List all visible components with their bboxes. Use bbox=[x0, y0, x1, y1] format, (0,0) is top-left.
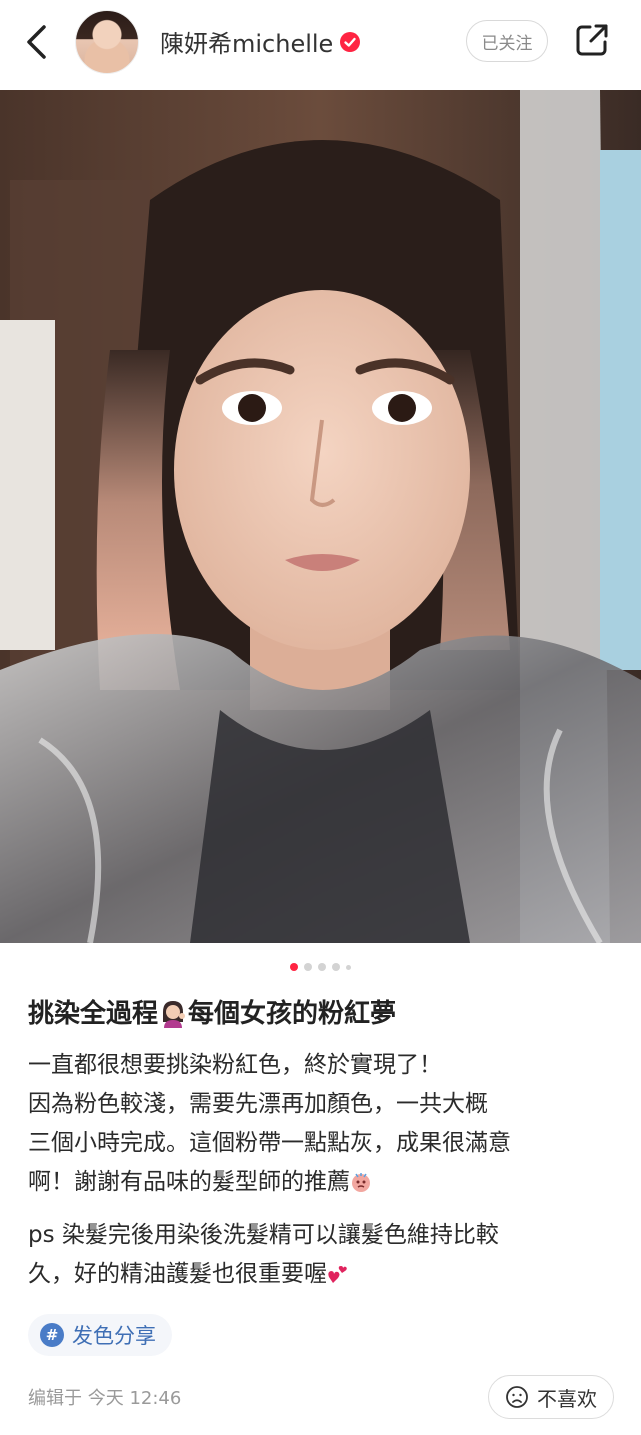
dislike-button[interactable]: 不喜欢 bbox=[488, 1375, 614, 1419]
woman-tipping-hand-emoji-icon bbox=[163, 1001, 186, 1028]
avatar[interactable] bbox=[75, 10, 139, 74]
image-pager bbox=[0, 960, 641, 974]
chevron-left-icon bbox=[27, 25, 46, 59]
verified-badge-icon bbox=[339, 31, 361, 53]
pager-dot-active bbox=[290, 963, 298, 971]
post-title-part1: 挑染全過程 bbox=[28, 999, 159, 1029]
pager-dot bbox=[332, 963, 340, 971]
text-line: 久，好的精油護髮也很重要喔 bbox=[28, 1261, 327, 1287]
post-photo[interactable] bbox=[0, 90, 641, 943]
hashtag-icon: # bbox=[40, 1323, 64, 1347]
pager-dot bbox=[304, 963, 312, 971]
text-line: ps 染髮完後用染後洗髮精可以讓髮色維持比較 bbox=[28, 1222, 499, 1248]
share-button[interactable] bbox=[572, 20, 612, 60]
post-title-part2: 每個女孩的粉紅夢 bbox=[188, 999, 397, 1029]
top-bar: 陳妍希michelle 已关注 bbox=[0, 0, 641, 90]
dislike-label: 不喜欢 bbox=[537, 1386, 597, 1411]
post-paragraph-2: ps 染髮完後用染後洗髮精可以讓髮色維持比較 久，好的精油護髮也很重要喔 bbox=[28, 1216, 618, 1294]
pager-dot bbox=[318, 963, 326, 971]
text-line: 因為粉色較淺，需要先漂再加顏色，一共大概 bbox=[28, 1091, 488, 1117]
post-paragraph-1: 一直都很想要挑染粉紅色，終於實現了！ 因為粉色較淺，需要先漂再加顏色，一共大概 … bbox=[28, 1046, 618, 1202]
selfie-image bbox=[0, 90, 641, 943]
edited-timestamp: 编辑于 今天 12:46 bbox=[28, 1388, 182, 1409]
follow-button[interactable]: 已关注 bbox=[466, 20, 548, 62]
post-title: 挑染全過程 每個女孩的粉紅夢 bbox=[28, 994, 618, 1034]
share-external-icon bbox=[576, 24, 608, 56]
sad-face-icon bbox=[506, 1386, 528, 1408]
author-name[interactable]: 陳妍希michelle bbox=[160, 24, 361, 59]
topic-tag-label: 发色分享 bbox=[72, 1324, 156, 1348]
topic-tag[interactable]: # 发色分享 bbox=[28, 1314, 172, 1356]
pager-dot bbox=[346, 964, 351, 970]
text-line: 一直都很想要挑染粉紅色，終於實現了！ bbox=[28, 1052, 442, 1078]
crying-face-emoji-icon bbox=[352, 1173, 370, 1192]
two-hearts-emoji-icon bbox=[328, 1266, 347, 1283]
author-name-text: 陳妍希michelle bbox=[160, 30, 334, 58]
post-body: 一直都很想要挑染粉紅色，終於實現了！ 因為粉色較淺，需要先漂再加顏色，一共大概 … bbox=[28, 1046, 618, 1308]
text-line: 三個小時完成。這個粉帶一點點灰，成果很滿意 bbox=[28, 1130, 511, 1156]
back-button[interactable] bbox=[18, 22, 54, 62]
text-line: 啊！謝謝有品味的髮型師的推薦 bbox=[28, 1169, 350, 1195]
